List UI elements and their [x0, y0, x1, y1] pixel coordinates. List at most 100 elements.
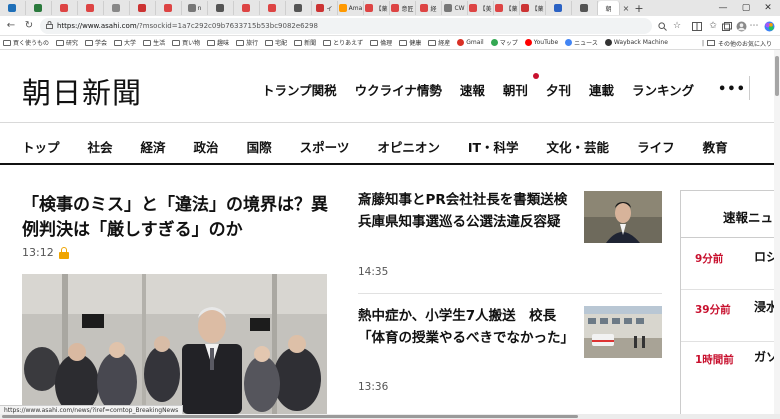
bookmark-item[interactable]: 大学 — [114, 38, 136, 47]
browser-tab[interactable] — [572, 1, 598, 15]
category-nav-link[interactable]: 国際 — [247, 137, 272, 156]
top-nav-link[interactable]: 連載 — [589, 80, 614, 99]
category-nav-link[interactable]: IT・科学 — [468, 137, 519, 156]
vertical-scrollbar[interactable] — [774, 50, 780, 414]
browser-tab[interactable]: CW — [442, 1, 468, 15]
browser-tab[interactable] — [78, 1, 104, 15]
active-tab[interactable]: 朝 — [598, 1, 620, 15]
more-menu-button[interactable]: ••• — [718, 82, 746, 97]
site-logo[interactable]: 朝日新聞 — [22, 70, 142, 112]
category-nav-link[interactable]: オピニオン — [377, 137, 440, 156]
bookmark-item[interactable]: 健康 — [399, 38, 421, 47]
reload-button[interactable]: ↻ — [22, 19, 36, 33]
collections-icon[interactable] — [720, 19, 734, 33]
browser-tab[interactable] — [104, 1, 130, 15]
bookmark-item[interactable]: 倫理 — [370, 38, 392, 47]
browser-tab[interactable] — [130, 1, 156, 15]
other-favorites[interactable]: | その他のお気に入り — [702, 36, 772, 50]
top-nav-link[interactable]: 夕刊 — [546, 80, 571, 99]
lead-headline[interactable]: 「検事のミス」と「違法」の境界は？異例判決は「厳しすぎる」のか — [22, 193, 332, 243]
bookmark-label: 買く使うもの — [13, 40, 50, 47]
folder-icon — [85, 39, 94, 46]
bookmark-item[interactable]: 新聞 — [294, 38, 316, 47]
bookmark-item[interactable]: ニュース — [565, 38, 598, 47]
tab-favicon-icon — [444, 4, 453, 12]
category-nav-link[interactable]: 文化・芸能 — [547, 137, 610, 156]
browser-tab[interactable]: 【薬 — [520, 1, 546, 15]
copilot-icon[interactable] — [762, 19, 776, 33]
story-headline[interactable]: 斎藤知事とPR会社社長を書類送検 兵庫県知事選巡る公選法違反容疑 — [358, 190, 581, 233]
bookmark-item[interactable]: 買い物 — [172, 38, 200, 47]
maximize-button[interactable]: ▢ — [735, 0, 757, 16]
browser-tab[interactable]: 【薬 — [364, 1, 390, 15]
url-field[interactable]: https://www.asahi.com/?msockid=1a7c292c0… — [40, 18, 652, 34]
category-nav-link[interactable]: 経済 — [141, 137, 166, 156]
bookmark-item[interactable]: 学会 — [85, 38, 107, 47]
bookmark-item[interactable]: 研究 — [56, 38, 78, 47]
bookmark-item[interactable]: 経産 — [428, 38, 450, 47]
top-nav-link[interactable]: ウクライナ情勢 — [355, 80, 442, 99]
bookmark-item[interactable]: 趣味 — [207, 38, 229, 47]
story-headline[interactable]: 熱中症か、小学生7人搬送 校長「体育の授業やるべきでなかった」 — [358, 306, 574, 349]
bookmark-item[interactable]: 宅配 — [265, 38, 287, 47]
tab-close-button[interactable]: × — [620, 4, 632, 13]
favorites-icon[interactable]: ✩ — [706, 19, 720, 33]
browser-tab[interactable] — [234, 1, 260, 15]
folder-icon — [3, 39, 11, 46]
browser-tab[interactable]: 意匠 — [390, 1, 416, 15]
split-screen-icon[interactable] — [690, 19, 704, 33]
top-nav-link[interactable]: ランキング — [632, 80, 694, 99]
category-nav-link[interactable]: スポーツ — [300, 137, 350, 156]
minimize-button[interactable]: — — [712, 0, 734, 16]
top-nav-link[interactable]: 朝刊 — [503, 80, 528, 99]
browser-tab[interactable]: 【薬 — [494, 1, 520, 15]
browser-tab[interactable] — [0, 1, 26, 15]
new-tab-button[interactable]: + — [632, 2, 646, 15]
browser-tab[interactable] — [208, 1, 234, 15]
back-button[interactable]: ← — [4, 19, 18, 33]
browser-tab[interactable] — [156, 1, 182, 15]
story-thumbnail[interactable] — [584, 306, 662, 358]
category-nav-link[interactable]: トップ — [22, 137, 60, 156]
horizontal-scroll-thumb[interactable] — [2, 415, 578, 418]
bookmark-item[interactable]: YouTube — [524, 39, 558, 46]
tab-favicon-icon — [338, 4, 347, 12]
top-nav-link[interactable]: トランプ関税 — [262, 80, 337, 99]
category-nav-link[interactable]: ライフ — [637, 137, 675, 156]
bookmark-item[interactable]: 旅行 — [236, 38, 258, 47]
bookmark-item[interactable]: 生活 — [143, 38, 165, 47]
browser-tab[interactable]: イ — [312, 1, 338, 15]
category-nav-link[interactable]: 社会 — [88, 137, 113, 156]
horizontal-scrollbar[interactable] — [0, 414, 780, 419]
top-nav-link[interactable]: 速報 — [460, 80, 485, 99]
site-info-icon[interactable] — [46, 21, 53, 31]
browser-tab[interactable] — [26, 1, 52, 15]
browser-tab[interactable] — [546, 1, 572, 15]
bookmark-item[interactable]: Gmail — [457, 39, 484, 46]
zoom-icon[interactable] — [655, 19, 669, 33]
category-nav-link[interactable]: 政治 — [194, 137, 219, 156]
bookmark-item[interactable]: とりあえず — [323, 38, 363, 47]
browser-tab[interactable]: 経 — [416, 1, 442, 15]
tab-title: CW — [454, 4, 465, 12]
browser-tab[interactable] — [260, 1, 286, 15]
settings-more-icon[interactable]: ⋯ — [747, 19, 761, 33]
browser-tab[interactable]: n — [182, 1, 208, 15]
bookmark-item[interactable]: 買く使うもの — [3, 38, 49, 47]
flash-news-heading[interactable]: 速報ニュース — [723, 207, 780, 226]
browser-tab[interactable] — [286, 1, 312, 15]
bookmark-item[interactable]: Wayback Machine — [604, 39, 668, 46]
category-nav-link[interactable]: 教育 — [703, 137, 728, 156]
browser-tab[interactable]: Ama — [338, 1, 364, 15]
profile-avatar-icon[interactable] — [734, 19, 748, 33]
browser-tab[interactable]: 【美 — [468, 1, 494, 15]
close-window-button[interactable]: ✕ — [757, 0, 779, 16]
tab-favicon-icon — [495, 4, 504, 12]
bookmark-item[interactable]: マップ — [490, 38, 518, 47]
lead-photo[interactable] — [22, 274, 327, 414]
vertical-scroll-thumb[interactable] — [775, 56, 779, 96]
favorite-star-icon[interactable]: ☆ — [670, 19, 684, 33]
tab-favicon-icon — [316, 4, 325, 12]
browser-tab[interactable] — [52, 1, 78, 15]
story-thumbnail[interactable] — [584, 191, 662, 243]
